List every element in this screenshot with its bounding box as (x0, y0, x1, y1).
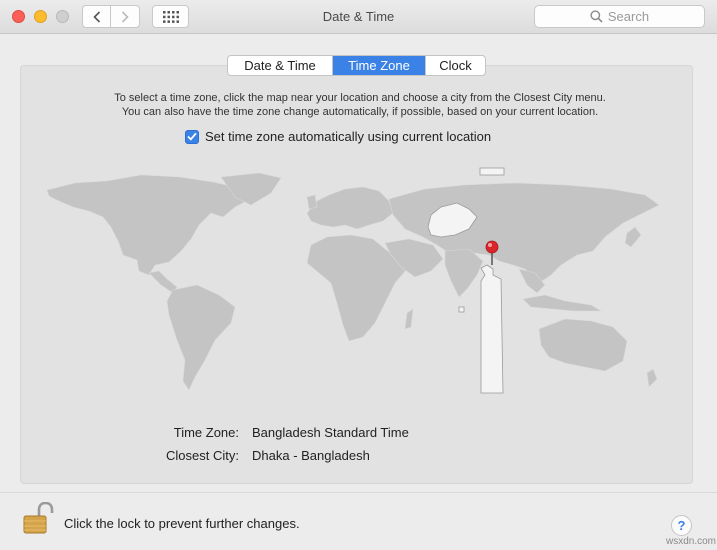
map-north-america (46, 174, 251, 276)
lock-text: Click the lock to prevent further change… (64, 516, 300, 531)
auto-timezone-row[interactable]: Set time zone automatically using curren… (185, 129, 491, 144)
tab-date-time[interactable]: Date & Time (228, 56, 333, 75)
instructions: To select a time zone, click the map nea… (40, 91, 680, 119)
tab-clock[interactable]: Clock (425, 56, 485, 75)
world-map[interactable] (45, 165, 670, 400)
lock-icon[interactable] (21, 502, 55, 534)
instructions-line-2: You can also have the time zone change a… (121, 106, 599, 118)
map-australia (538, 318, 628, 372)
map-madagascar (404, 308, 414, 330)
tab-time-zone[interactable]: Time Zone (333, 56, 425, 75)
tab-bar: Date & Time Time Zone Clock (227, 55, 486, 76)
map-india (444, 248, 484, 298)
checkmark-icon (187, 132, 197, 141)
title-bar: Date & Time Search (0, 0, 717, 34)
auto-timezone-label: Set time zone automatically using curren… (205, 129, 492, 144)
time-zone-label: Time Zone: (173, 425, 239, 440)
time-zone-value: Bangladesh Standard Time (252, 425, 409, 440)
help-button[interactable]: ? (671, 515, 692, 536)
search-icon (590, 10, 603, 23)
search-placeholder: Search (607, 9, 650, 24)
map-uk (306, 194, 318, 210)
map-japan (624, 226, 642, 248)
map-indonesia (522, 294, 603, 312)
map-europe (306, 186, 394, 230)
auto-timezone-checkbox[interactable] (185, 129, 199, 144)
watermark: wsxdn.com (666, 536, 717, 547)
footer-divider (0, 492, 717, 493)
instructions-line-1: To select a time zone, click the map nea… (114, 92, 606, 104)
closest-city-label: Closest City: (166, 448, 239, 463)
map-new-zealand (646, 368, 658, 388)
closest-city-value[interactable]: Dhaka - Bangladesh (252, 448, 370, 463)
map-central-america (148, 270, 178, 294)
search-field[interactable]: Search (534, 5, 705, 28)
map-south-america (166, 284, 236, 391)
